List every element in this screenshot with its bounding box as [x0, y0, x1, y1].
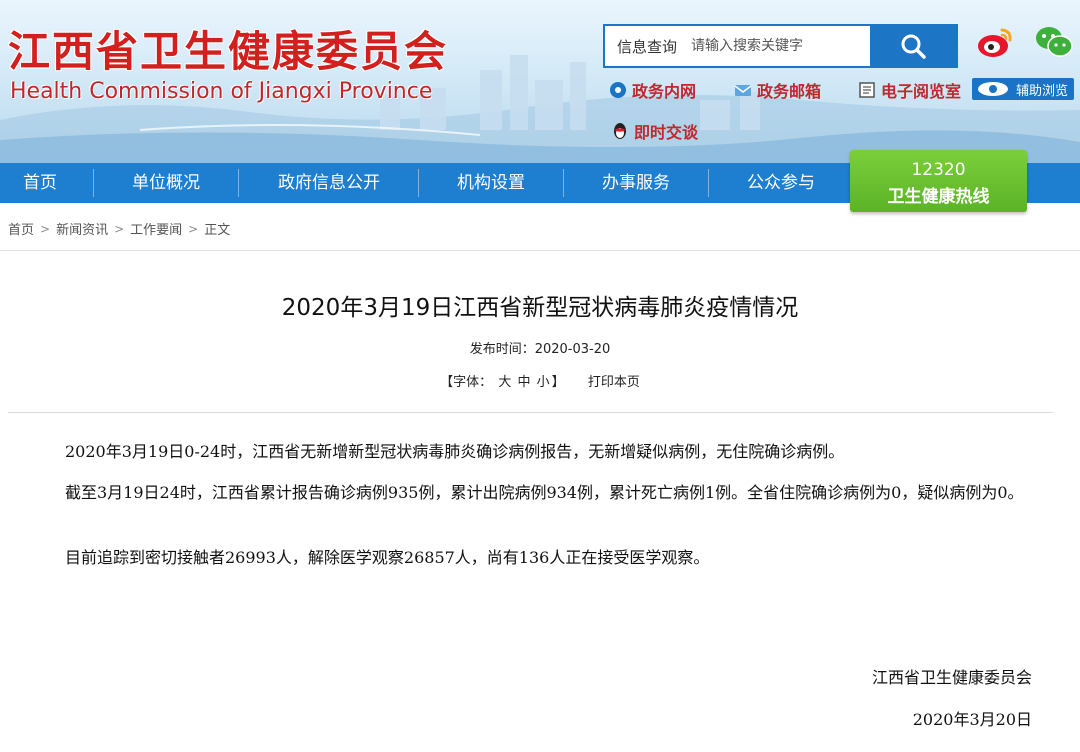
nav-divider: [418, 169, 419, 197]
search-button[interactable]: [870, 26, 956, 66]
breadcrumb-current: 正文: [204, 223, 231, 238]
breadcrumb: 首页 > 新闻资讯 > 工作要闻 > 正文: [8, 219, 231, 239]
publish-label: 发布时间：: [469, 342, 535, 357]
eye-icon: [978, 82, 1008, 96]
breadcrumb-work-news[interactable]: 工作要闻: [130, 219, 182, 238]
search-label: 信息查询: [617, 37, 678, 56]
nav-item-home[interactable]: 首页: [0, 163, 80, 203]
search-input[interactable]: [691, 27, 871, 65]
wechat-icon[interactable]: [1034, 22, 1074, 62]
chevron-right-icon: >: [188, 221, 199, 236]
nav-item-organization[interactable]: 机构设置: [420, 163, 562, 203]
nav-item-overview[interactable]: 单位概况: [96, 163, 236, 203]
book-icon: [859, 82, 875, 98]
publish-date: 2020-03-20: [534, 342, 611, 357]
font-size-large[interactable]: 大: [498, 375, 511, 390]
link-mail[interactable]: 政务邮箱: [733, 78, 821, 102]
font-size-label: 【字体：: [440, 375, 493, 390]
article-title: 2020年3月19日江西省新型冠状病毒肺炎疫情情况: [281, 295, 799, 321]
search-icon: [901, 34, 926, 59]
hotline-number: 12320: [911, 160, 966, 180]
link-reading-room-label: 电子阅览室: [881, 82, 962, 101]
nav-divider: [93, 169, 94, 197]
site-title-en: Health Commission of Jiangxi Province: [10, 79, 433, 104]
link-intranet-label: 政务内网: [632, 82, 697, 101]
link-intranet[interactable]: 政务内网: [608, 78, 696, 102]
print-link[interactable]: 打印本页: [588, 375, 640, 390]
site-header: 江西省卫生健康委员会 Health Commission of Jiangxi …: [0, 0, 1080, 163]
font-size-close: 】: [551, 375, 565, 390]
breadcrumb-news[interactable]: 新闻资讯: [56, 219, 108, 238]
article-sign-date: 2020年3月20日: [912, 710, 1032, 729]
mail-icon: [734, 85, 752, 96]
search-box: 信息查询: [603, 24, 958, 68]
chevron-right-icon: >: [114, 221, 125, 236]
publish-info: 发布时间：2020-03-20: [0, 338, 1080, 357]
article-tools: 【字体： 大 中 小】 打印本页: [0, 371, 1080, 390]
gov-intranet-icon: [610, 82, 626, 98]
font-size-small[interactable]: 小: [537, 375, 550, 390]
link-chat[interactable]: 即时交谈: [610, 119, 698, 143]
font-size-medium[interactable]: 中: [517, 375, 530, 390]
article-paragraph: 目前追踪到密切接触者26993人，解除医学观察26857人，尚有136人正在接受…: [65, 548, 710, 567]
chevron-right-icon: >: [40, 221, 51, 236]
divider: [0, 250, 1080, 251]
assist-browse-button[interactable]: 辅助浏览: [972, 78, 1074, 100]
nav-divider: [708, 169, 709, 197]
assist-browse-label: 辅助浏览: [1016, 83, 1069, 99]
nav-item-services[interactable]: 办事服务: [565, 163, 707, 203]
article-signature: 江西省卫生健康委员会: [871, 668, 1032, 687]
nav-item-gov-info[interactable]: 政府信息公开: [240, 163, 418, 203]
nav-item-participation[interactable]: 公众参与: [710, 163, 852, 203]
link-reading-room[interactable]: 电子阅览室: [857, 78, 961, 102]
hotline-button[interactable]: 12320 卫生健康热线: [850, 150, 1027, 212]
article-paragraph: 截至3月19日24时，江西省累计报告确诊病例935例，累计出院病例934例，累计…: [65, 483, 1024, 502]
article-paragraph: 2020年3月19日0-24时，江西省无新增新型冠状病毒肺炎确诊病例报告，无新增…: [65, 442, 845, 461]
link-chat-label: 即时交谈: [634, 123, 699, 142]
link-mail-label: 政务邮箱: [757, 82, 822, 101]
nav-divider: [238, 169, 239, 197]
qq-penguin-icon: [614, 123, 626, 139]
divider: [8, 412, 1053, 413]
site-title-cn: 江西省卫生健康委员会: [8, 27, 449, 76]
nav-divider: [563, 169, 564, 197]
weibo-icon[interactable]: [975, 22, 1015, 62]
breadcrumb-home[interactable]: 首页: [8, 219, 34, 238]
hotline-label: 卫生健康热线: [887, 187, 990, 207]
